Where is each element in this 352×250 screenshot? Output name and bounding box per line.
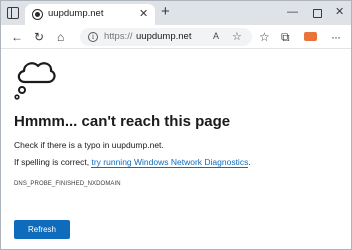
diagnostics-link[interactable]: try running Windows Network Diagnostics <box>91 157 249 168</box>
typo-hint: Check if there is a typo in uupdump.net. <box>14 140 164 150</box>
favorites-icon[interactable]: ☆ <box>259 29 270 45</box>
diagnostics-suffix: . <box>248 157 251 167</box>
error-page: Hmmm... can't reach this page Check if t… <box>1 50 351 249</box>
url-host: uupdump.net <box>136 31 192 42</box>
navigation-toolbar: ← ↻ ⌂ i https:// uupdump.net A ☆ ☆ ⧉ ··· <box>1 25 351 49</box>
cloud-icon <box>14 62 56 100</box>
error-code: DNS_PROBE_FINISHED_NXDOMAIN <box>14 181 121 187</box>
error-headline: Hmmm... can't reach this page <box>14 113 231 130</box>
close-tab-icon[interactable]: ✕ <box>139 7 148 21</box>
address-bar[interactable]: i https:// uupdump.net A ☆ <box>80 28 252 46</box>
tab-title: uupdump.net <box>48 8 104 19</box>
diagnostics-hint: If spelling is correct, try running Wind… <box>14 157 251 168</box>
more-menu-icon[interactable]: ··· <box>331 29 341 45</box>
new-tab-icon[interactable]: + <box>161 3 170 21</box>
refresh-button[interactable]: Refresh <box>14 220 70 239</box>
url-prefix: https:// <box>104 31 133 42</box>
browser-window: uupdump.net ✕ + — ✕ ← ↻ ⌂ i https:// uup… <box>0 0 352 250</box>
extension-icon[interactable] <box>304 32 317 41</box>
home-icon[interactable]: ⌂ <box>57 29 64 45</box>
close-window-icon[interactable]: ✕ <box>335 4 344 20</box>
tab-uupdump[interactable]: uupdump.net ✕ <box>25 4 155 25</box>
back-icon[interactable]: ← <box>11 29 23 45</box>
globe-icon <box>32 9 43 20</box>
tab-actions-icon[interactable] <box>7 7 19 19</box>
info-icon[interactable]: i <box>88 32 98 42</box>
minimize-icon[interactable]: — <box>287 4 298 20</box>
maximize-icon[interactable] <box>313 9 322 18</box>
diagnostics-prefix: If spelling is correct, <box>14 157 92 167</box>
refresh-icon[interactable]: ↻ <box>34 29 44 45</box>
add-favorite-icon[interactable]: ☆ <box>232 30 242 43</box>
tab-strip: uupdump.net ✕ + — ✕ <box>1 1 351 25</box>
read-aloud-icon[interactable]: A <box>213 31 219 41</box>
collections-icon[interactable]: ⧉ <box>281 29 290 45</box>
